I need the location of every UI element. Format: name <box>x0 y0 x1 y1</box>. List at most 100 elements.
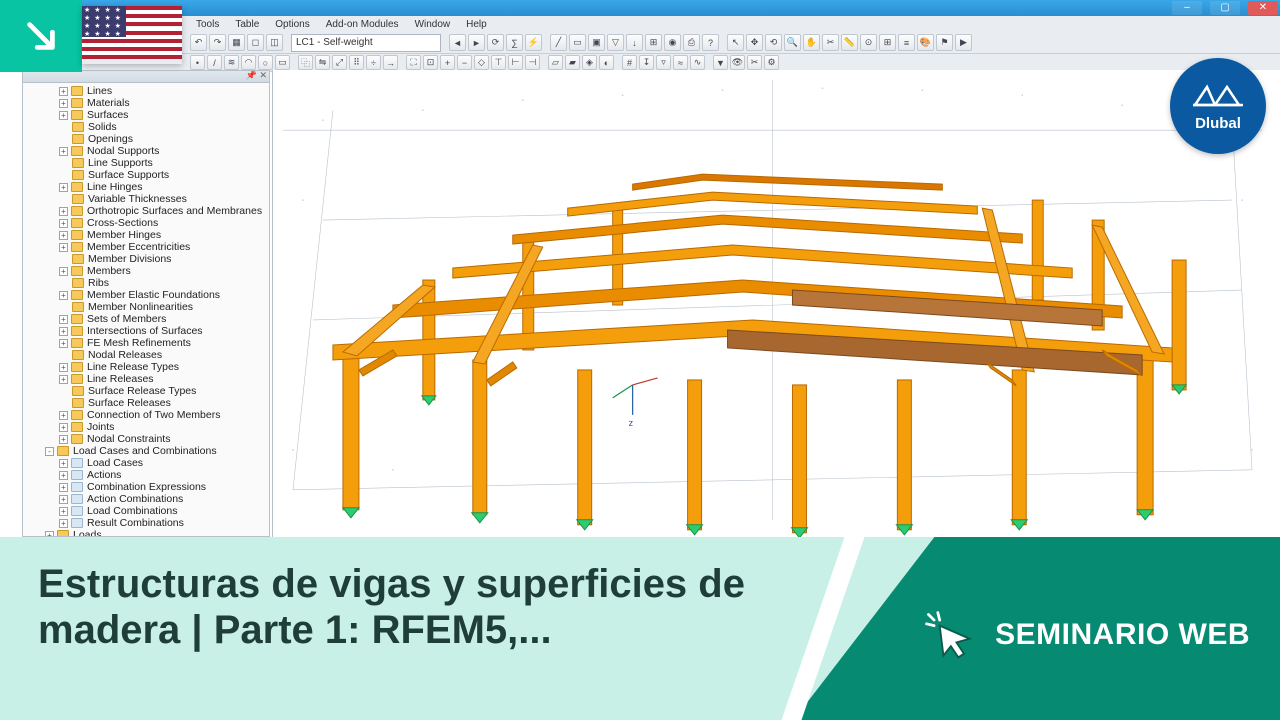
shade-icon[interactable]: ▰ <box>565 55 580 70</box>
refresh-icon[interactable]: ⟳ <box>487 34 504 51</box>
flag-icon[interactable]: ⚑ <box>936 34 953 51</box>
yz-icon[interactable]: ⊣ <box>525 55 540 70</box>
expand-icon[interactable]: + <box>59 411 68 420</box>
zoom-icon[interactable]: 🔍 <box>784 34 801 51</box>
expand-icon[interactable]: + <box>59 267 68 276</box>
window-icon[interactable]: ◻ <box>247 34 264 51</box>
rotate-icon[interactable]: ⟲ <box>765 34 782 51</box>
tree-item[interactable]: Surface Supports <box>23 169 269 181</box>
tree-item[interactable]: +Line Releases <box>23 373 269 385</box>
menu-help[interactable]: Help <box>460 19 493 30</box>
tree-item[interactable]: Line Supports <box>23 157 269 169</box>
support-icon[interactable]: ▽ <box>607 34 624 51</box>
show-deform-icon[interactable]: ∿ <box>690 55 705 70</box>
undo-icon[interactable]: ↶ <box>190 34 207 51</box>
tree-item[interactable]: +Line Hinges <box>23 181 269 193</box>
expand-icon[interactable]: + <box>59 363 68 372</box>
transparency-icon[interactable]: ◐ <box>599 55 614 70</box>
expand-icon[interactable]: + <box>45 531 54 537</box>
show-loads-icon[interactable]: ↧ <box>639 55 654 70</box>
tree-item[interactable]: +Connection of Two Members <box>23 409 269 421</box>
tree-item[interactable]: +Actions <box>23 469 269 481</box>
iso-icon[interactable]: ◇ <box>474 55 489 70</box>
circle-icon[interactable]: ○ <box>258 55 273 70</box>
expand-icon[interactable]: + <box>59 207 68 216</box>
window-maximize-button[interactable]: ▢ <box>1210 1 1240 15</box>
extend-icon[interactable]: → <box>383 55 398 70</box>
tree-item[interactable]: Member Divisions <box>23 253 269 265</box>
tree-item[interactable]: +Materials <box>23 97 269 109</box>
tree-item[interactable]: +Lines <box>23 85 269 97</box>
load-icon[interactable]: ↓ <box>626 34 643 51</box>
prev-icon[interactable]: ◄ <box>449 34 466 51</box>
expand-icon[interactable]: + <box>59 87 68 96</box>
tree-item[interactable]: +Member Elastic Foundations <box>23 289 269 301</box>
arc-icon[interactable]: ◠ <box>241 55 256 70</box>
expand-icon[interactable]: + <box>59 327 68 336</box>
show-results-icon[interactable]: ≈ <box>673 55 688 70</box>
member-icon[interactable]: ╱ <box>550 34 567 51</box>
expand-icon[interactable]: + <box>59 99 68 108</box>
expand-icon[interactable]: + <box>59 243 68 252</box>
calc-icon[interactable]: ∑ <box>506 34 523 51</box>
tree-item[interactable]: +Members <box>23 265 269 277</box>
tree-item[interactable]: +Nodal Constraints <box>23 433 269 445</box>
help-icon[interactable]: ? <box>702 34 719 51</box>
layers-icon[interactable]: ≡ <box>898 34 915 51</box>
tree-item[interactable]: +Sets of Members <box>23 313 269 325</box>
tree-item[interactable]: Solids <box>23 121 269 133</box>
model-viewport[interactable]: z <box>272 70 1280 537</box>
show-numbers-icon[interactable]: # <box>622 55 637 70</box>
expand-icon[interactable]: + <box>59 423 68 432</box>
tree-item[interactable]: Ribs <box>23 277 269 289</box>
navigator-pin-icon[interactable]: 📌 ✕ <box>246 70 267 81</box>
expand-icon[interactable]: + <box>59 375 68 384</box>
tree-item[interactable]: Surface Release Types <box>23 385 269 397</box>
expand-icon[interactable]: - <box>45 447 54 456</box>
polyline-icon[interactable]: ≋ <box>224 55 239 70</box>
tree-item[interactable]: Surface Releases <box>23 397 269 409</box>
expand-icon[interactable]: + <box>59 471 68 480</box>
expand-icon[interactable]: + <box>59 147 68 156</box>
expand-icon[interactable]: + <box>59 483 68 492</box>
line-icon[interactable]: / <box>207 55 222 70</box>
tree-item[interactable]: +Loads <box>23 529 269 536</box>
xz-icon[interactable]: ⊢ <box>508 55 523 70</box>
color-icon[interactable]: 🎨 <box>917 34 934 51</box>
view-icon[interactable]: ◫ <box>266 34 283 51</box>
expand-icon[interactable]: + <box>59 111 68 120</box>
divide-icon[interactable]: ÷ <box>366 55 381 70</box>
window-minimize-button[interactable]: – <box>1172 1 1202 15</box>
menu-table[interactable]: Table <box>229 19 265 30</box>
wire-icon[interactable]: ▱ <box>548 55 563 70</box>
tree-item[interactable]: +Cross-Sections <box>23 217 269 229</box>
tree-item[interactable]: +Line Release Types <box>23 361 269 373</box>
expand-icon[interactable]: + <box>59 183 68 192</box>
tree-item[interactable]: Member Nonlinearities <box>23 301 269 313</box>
array-icon[interactable]: ⠿ <box>349 55 364 70</box>
tree-item[interactable]: Variable Thicknesses <box>23 193 269 205</box>
zoom-out-icon[interactable]: − <box>457 55 472 70</box>
tree-item[interactable]: +Nodal Supports <box>23 145 269 157</box>
table-icon[interactable]: ▦ <box>228 34 245 51</box>
copy-icon[interactable]: ⿻ <box>298 55 313 70</box>
tree-item[interactable]: +Member Hinges <box>23 229 269 241</box>
pan-icon[interactable]: ✋ <box>803 34 820 51</box>
redo-icon[interactable]: ↷ <box>209 34 226 51</box>
show-supports-icon[interactable]: ▿ <box>656 55 671 70</box>
solid-icon[interactable]: ▣ <box>588 34 605 51</box>
tree-item[interactable]: -Load Cases and Combinations <box>23 445 269 457</box>
tree-item[interactable]: +Surfaces <box>23 109 269 121</box>
results-icon[interactable]: ◉ <box>664 34 681 51</box>
move-icon[interactable]: ✥ <box>746 34 763 51</box>
expand-icon[interactable]: + <box>59 219 68 228</box>
run-icon[interactable]: ▶ <box>955 34 972 51</box>
tree-item[interactable]: +Result Combinations <box>23 517 269 529</box>
grid-icon[interactable]: ⊞ <box>879 34 896 51</box>
next-icon[interactable]: ► <box>468 34 485 51</box>
tree-item[interactable]: +Load Cases <box>23 457 269 469</box>
expand-icon[interactable]: + <box>59 339 68 348</box>
tree-item[interactable]: Openings <box>23 133 269 145</box>
settings-icon[interactable]: ⚙ <box>764 55 779 70</box>
snap-icon[interactable]: ⊙ <box>860 34 877 51</box>
